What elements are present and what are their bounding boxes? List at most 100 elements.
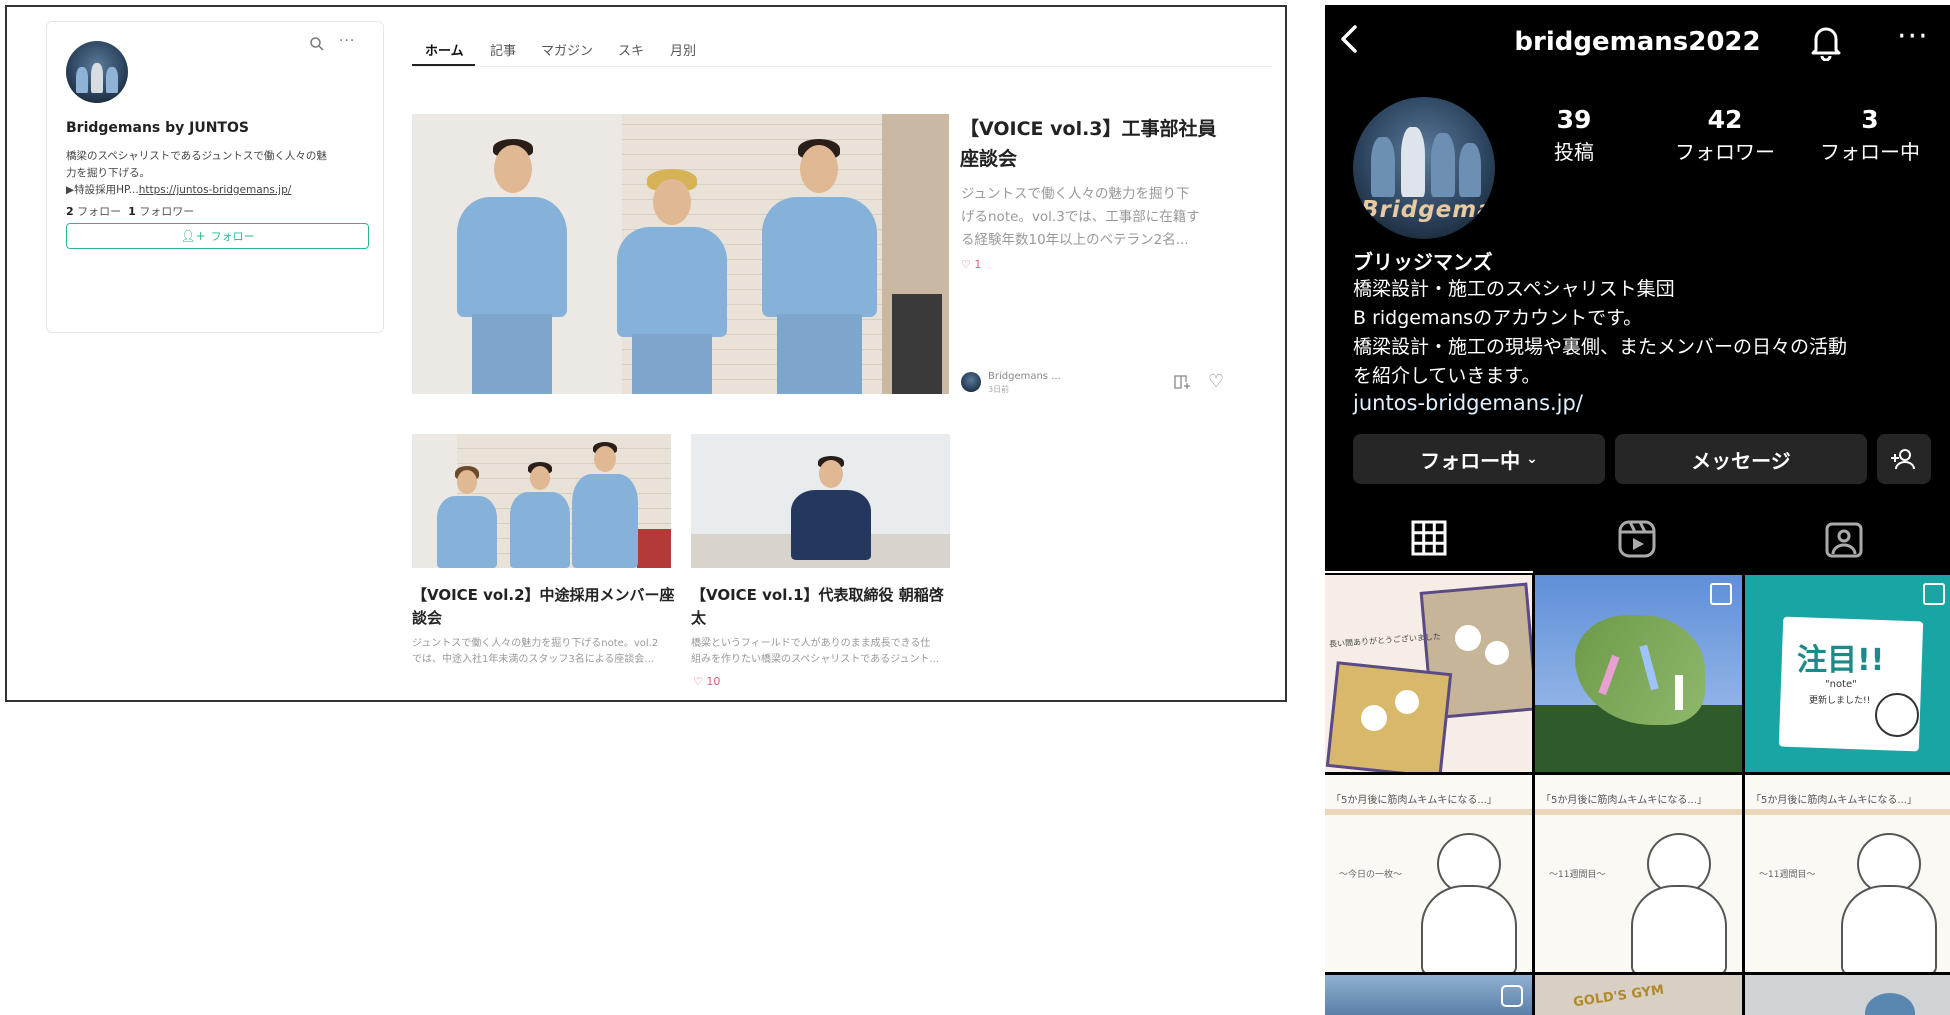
tab-articles[interactable]: 記事 (490, 40, 516, 59)
excerpt-line: 組みを作りたい橋梁のスペシャリストであるジュント... (691, 654, 940, 665)
article-image-vol2[interactable] (412, 434, 671, 568)
add-person-button[interactable] (1877, 434, 1931, 484)
bio-line: B ridgemansのアカウントです。 (1353, 307, 1643, 329)
featured-article-image[interactable] (412, 114, 949, 394)
stat-following[interactable]: 3 フォロー中 (1795, 105, 1945, 165)
cartoon-header: 「5か月後に筋肉ムキムキになる...」 (1751, 795, 1917, 806)
stat-count: 39 (1556, 105, 1592, 134)
follower-count[interactable]: 1 (128, 205, 136, 218)
excerpt-line: では、中途入社1年未満のスタッフ3名による座談会... (412, 654, 654, 665)
bio-line: 橋梁設計・施工のスペシャリスト集団 (1353, 278, 1675, 300)
post3-title: 注目!! (1797, 643, 1885, 678)
featured-article-excerpt: ジュントスで働く人々の魅力を掘り下 げるnote。vol.3では、工事部に在籍す… (961, 183, 1200, 252)
bio-line: 橋梁設計・施工の現場や裏側、またメンバーの日々の活動 (1353, 336, 1848, 358)
gym-sign: GOLD'S GYM (1572, 982, 1666, 1011)
magazine-add-icon[interactable] (1173, 374, 1191, 390)
author-name[interactable]: Bridgemans ... (988, 371, 1061, 382)
follow-stats: 2 フォロー 1 フォロワー (66, 203, 194, 219)
bio-link[interactable]: https://juntos-bridgemans.jp/ (139, 184, 292, 196)
tab-monthly[interactable]: 月別 (670, 40, 696, 59)
multi-post-icon (1923, 583, 1945, 605)
stat-count: 3 (1861, 105, 1879, 134)
bio-link-line: ▶特設採用HP...https://juntos-bridgemans.jp/ (66, 182, 327, 199)
cartoon-sub: 〜11週間目〜 (1549, 870, 1606, 880)
stat-label: 投稿 (1554, 140, 1594, 164)
ig-display-name: ブリッジマンズ (1353, 250, 1493, 274)
more-options-icon[interactable]: ··· (1897, 19, 1929, 54)
post-date: 3日前 (988, 385, 1010, 394)
like-count: 10 (706, 675, 721, 688)
cartoon-header: 「5か月後に筋肉ムキムキになる...」 (1541, 795, 1707, 806)
search-icon[interactable] (309, 36, 325, 52)
featured-article-title[interactable]: 【VOICE vol.3】工事部社員 座談会 (960, 114, 1217, 174)
stat-count: 42 (1707, 105, 1743, 134)
ig-avatar[interactable]: Bridgeman (1353, 97, 1495, 239)
article-excerpt-vol2: ジュントスで働く人々の魅力を掘り下げるnote。vol.2 では、中途入社1年未… (412, 636, 658, 668)
tab-likes[interactable]: スキ (618, 40, 644, 59)
following-button[interactable]: フォロー中 ⌄ (1353, 434, 1605, 484)
stat-posts[interactable]: 39 投稿 (1499, 105, 1649, 165)
excerpt-line: 橋梁というフィールドで人がありのまま成長できる仕 (691, 638, 931, 649)
post-thumbnail[interactable] (1535, 575, 1742, 772)
article-excerpt-vol1: 橋梁というフィールドで人がありのまま成長できる仕 組みを作りたい橋梁のスペシャリ… (691, 636, 939, 668)
grid-tab-icon[interactable] (1411, 520, 1447, 556)
avatar-logo-text: Bridgeman (1361, 197, 1495, 223)
add-person-icon (1891, 449, 1915, 470)
cartoon-sub: 〜11週間目〜 (1759, 870, 1816, 880)
grid-tab-underline (1325, 571, 1533, 573)
post-thumbnail[interactable]: 「5か月後に筋肉ムキムキになる...」 〜今日の一枚〜 (1325, 775, 1532, 972)
follow-count[interactable]: 2 (66, 205, 74, 218)
more-icon[interactable]: ··· (339, 33, 355, 49)
article-image-vol1[interactable] (691, 434, 950, 568)
post-thumbnail[interactable]: 「5か月後に筋肉ムキムキになる...」 〜11週間目〜 (1535, 775, 1742, 972)
post-thumbnail[interactable] (1745, 975, 1950, 1015)
follower-label[interactable]: フォロワー (139, 205, 194, 218)
message-button[interactable]: メッセージ (1615, 434, 1867, 484)
tab-magazine[interactable]: マガジン (541, 40, 593, 59)
title-line: 【VOICE vol.3】工事部社員 (960, 118, 1217, 140)
title-line: 座談会 (960, 148, 1018, 170)
post-thumbnail[interactable]: 「5か月後に筋肉ムキムキになる...」 〜11週間目〜 (1745, 775, 1950, 972)
post-thumbnail[interactable]: GOLD'S GYM (1535, 975, 1742, 1015)
bio-line: を紹介していきます。 (1353, 365, 1541, 387)
article-title-vol2[interactable]: 【VOICE vol.2】中途採用メンバー座 談会 (412, 584, 675, 630)
follow-button-label: フォロー (210, 230, 255, 243)
tagged-tab-icon[interactable] (1825, 520, 1863, 558)
like-heart-icon[interactable]: ♡ (1208, 371, 1224, 392)
stat-followers[interactable]: 42 フォロワー (1650, 105, 1800, 165)
tab-home[interactable]: ホーム (425, 40, 464, 59)
post3-sub: "note" (1825, 679, 1857, 690)
heart-icon: ♡ (961, 258, 971, 271)
profile-card: ··· Bridgemans by JUNTOS 橋梁のスペシャリストであるジュ… (46, 21, 384, 333)
article-like-count-vol1[interactable]: ♡ 10 (693, 675, 720, 688)
stat-label: フォロワー (1675, 140, 1775, 164)
title-line: 太 (691, 609, 707, 627)
follow-label[interactable]: フォロー (77, 205, 121, 218)
reels-tab-icon[interactable] (1618, 520, 1656, 558)
profile-name: Bridgemans by JUNTOS (66, 120, 249, 136)
following-button-label: フォロー中 (1420, 448, 1521, 473)
message-button-label: メッセージ (1691, 448, 1791, 473)
profile-avatar[interactable] (66, 41, 128, 103)
excerpt-line: げるnote。vol.3では、工事部に在籍す (961, 209, 1200, 225)
heart-icon: ♡ (693, 675, 703, 688)
post-thumbnail[interactable]: 注目!! "note" 更新しました!! (1745, 575, 1950, 772)
featured-like-count[interactable]: ♡ 1 (961, 258, 981, 271)
follow-button[interactable]: 👤︎+ フォロー (66, 223, 369, 249)
reel-icon (1501, 985, 1523, 1007)
excerpt-line: る経験年数10年以上のベテラン2名... (961, 232, 1189, 248)
chevron-down-icon: ⌄ (1526, 451, 1538, 467)
bell-icon[interactable] (1808, 23, 1844, 61)
title-line: 【VOICE vol.1】代表取締役 朝稲啓 (691, 586, 944, 604)
bio-prefix: ▶特設採用HP... (66, 184, 139, 196)
author-avatar[interactable] (961, 372, 981, 392)
ig-bio: 橋梁設計・施工のスペシャリスト集団 B ridgemansのアカウントです。 橋… (1353, 275, 1847, 391)
bio-line: 力を掘り下げる。 (66, 167, 150, 179)
instagram-profile: bridgemans2022 ··· Bridgeman 39 投稿 42 フォ… (1325, 5, 1950, 1015)
post-thumbnail[interactable]: 長い間ありがとうございました (1325, 575, 1532, 772)
article-title-vol1[interactable]: 【VOICE vol.1】代表取締役 朝稲啓 太 (691, 584, 944, 630)
post-thumbnail[interactable] (1325, 975, 1532, 1015)
ig-link[interactable]: juntos-bridgemans.jp/ (1353, 391, 1583, 415)
post3-sub2: 更新しました!! (1809, 696, 1871, 706)
username-header: bridgemans2022 (1514, 27, 1761, 57)
